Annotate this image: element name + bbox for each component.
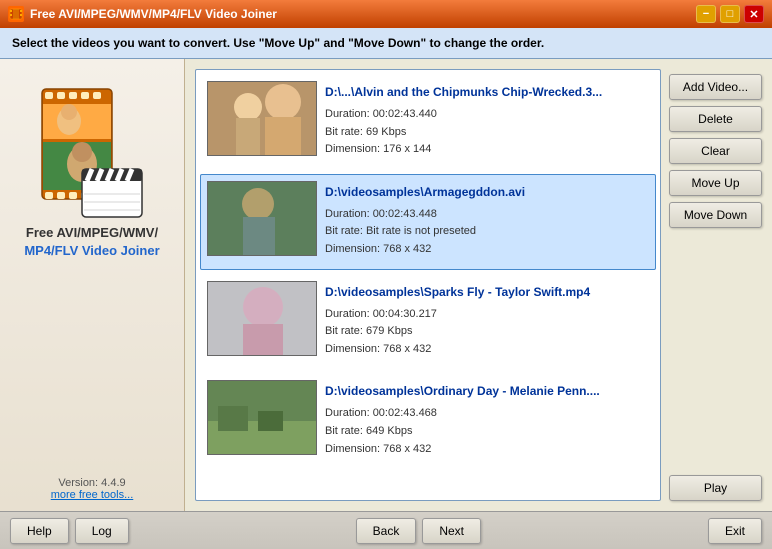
bottom-left-buttons: Help Log — [10, 518, 129, 544]
video-filename: D:\...\Alvin and the Chipmunks Chip-Wrec… — [325, 85, 641, 99]
video-info: D:\videosamples\Sparks Fly - Taylor Swif… — [317, 281, 649, 363]
action-buttons-panel: Add Video... Delete Clear Move Up Move D… — [669, 69, 762, 501]
maximize-button[interactable]: □ — [720, 5, 740, 23]
video-info: D:\videosamples\Armagegddon.avi Duration… — [317, 181, 649, 263]
video-filename: D:\videosamples\Armagegddon.avi — [325, 185, 641, 199]
video-bitrate: Bit rate: 649 Kbps — [325, 423, 641, 441]
content-area: Free AVI/MPEG/WMV/ MP4/FLV Video Joiner … — [0, 59, 772, 511]
video-dimension: Dimension: 768 x 432 — [325, 441, 641, 459]
video-meta: Duration: 00:02:43.448 Bit rate: Bit rat… — [325, 206, 641, 259]
next-button[interactable]: Next — [422, 518, 481, 544]
video-duration: Duration: 00:02:43.440 — [325, 106, 641, 124]
clear-button[interactable]: Clear — [669, 138, 762, 164]
help-button[interactable]: Help — [10, 518, 69, 544]
minimize-button[interactable]: − — [696, 5, 716, 23]
more-tools-link[interactable]: more free tools... — [51, 489, 134, 501]
video-item[interactable]: D:\videosamples\Sparks Fly - Taylor Swif… — [200, 274, 656, 370]
video-info: D:\...\Alvin and the Chipmunks Chip-Wrec… — [317, 81, 649, 163]
title-bar: Free AVI/MPEG/WMV/MP4/FLV Video Joiner −… — [0, 0, 772, 28]
video-dimension: Dimension: 768 x 432 — [325, 341, 641, 359]
video-bitrate: Bit rate: Bit rate is not preseted — [325, 223, 641, 241]
title-bar-text: Free AVI/MPEG/WMV/MP4/FLV Video Joiner — [30, 7, 690, 21]
video-item[interactable]: D:\videosamples\Armagegddon.avi Duration… — [200, 174, 656, 270]
video-thumbnail — [207, 181, 317, 256]
app-icon — [8, 6, 24, 22]
add-video-button[interactable]: Add Video... — [669, 74, 762, 100]
sidebar: Free AVI/MPEG/WMV/ MP4/FLV Video Joiner … — [0, 59, 185, 511]
version-label: Version: 4.4.9 — [58, 477, 125, 489]
play-button[interactable]: Play — [669, 475, 762, 501]
app-name-line1: Free AVI/MPEG/WMV/ — [26, 225, 158, 240]
video-thumbnail — [207, 81, 317, 156]
bottom-bar: Help Log Back Next Exit — [0, 511, 772, 549]
title-bar-controls: − □ ✕ — [696, 5, 764, 23]
delete-button[interactable]: Delete — [669, 106, 762, 132]
bottom-center-buttons: Back Next — [356, 518, 481, 544]
video-filename: D:\videosamples\Sparks Fly - Taylor Swif… — [325, 285, 641, 299]
video-filename: D:\videosamples\Ordinary Day - Melanie P… — [325, 384, 641, 398]
instruction-text: Select the videos you want to convert. U… — [12, 36, 544, 50]
log-button[interactable]: Log — [75, 518, 129, 544]
exit-button[interactable]: Exit — [708, 518, 762, 544]
video-item[interactable]: D:\videosamples\Ordinary Day - Melanie P… — [200, 373, 656, 469]
app-logo — [27, 74, 157, 224]
video-meta: Duration: 00:02:43.440 Bit rate: 69 Kbps… — [325, 106, 641, 159]
video-dimension: Dimension: 176 x 144 — [325, 141, 641, 159]
video-thumbnail — [207, 281, 317, 356]
video-thumbnail — [207, 380, 317, 455]
main-panel: D:\...\Alvin and the Chipmunks Chip-Wrec… — [185, 59, 772, 511]
video-bitrate: Bit rate: 69 Kbps — [325, 124, 641, 142]
video-meta: Duration: 00:04:30.217 Bit rate: 679 Kbp… — [325, 306, 641, 359]
move-down-button[interactable]: Move Down — [669, 202, 762, 228]
video-item[interactable]: D:\...\Alvin and the Chipmunks Chip-Wrec… — [200, 74, 656, 170]
video-meta: Duration: 00:02:43.468 Bit rate: 649 Kbp… — [325, 405, 641, 458]
video-duration: Duration: 00:04:30.217 — [325, 306, 641, 324]
video-dimension: Dimension: 768 x 432 — [325, 241, 641, 259]
app-name-line2: MP4/FLV Video Joiner — [24, 243, 159, 258]
video-duration: Duration: 00:02:43.468 — [325, 405, 641, 423]
bottom-right-buttons: Exit — [708, 518, 762, 544]
back-button[interactable]: Back — [356, 518, 417, 544]
video-list[interactable]: D:\...\Alvin and the Chipmunks Chip-Wrec… — [195, 69, 661, 501]
app-name: Free AVI/MPEG/WMV/ MP4/FLV Video Joiner — [24, 224, 159, 260]
main-window: Select the videos you want to convert. U… — [0, 28, 772, 549]
video-info: D:\videosamples\Ordinary Day - Melanie P… — [317, 380, 649, 462]
video-duration: Duration: 00:02:43.448 — [325, 206, 641, 224]
move-up-button[interactable]: Move Up — [669, 170, 762, 196]
video-bitrate: Bit rate: 679 Kbps — [325, 323, 641, 341]
instruction-bar: Select the videos you want to convert. U… — [0, 28, 772, 59]
close-button[interactable]: ✕ — [744, 5, 764, 23]
